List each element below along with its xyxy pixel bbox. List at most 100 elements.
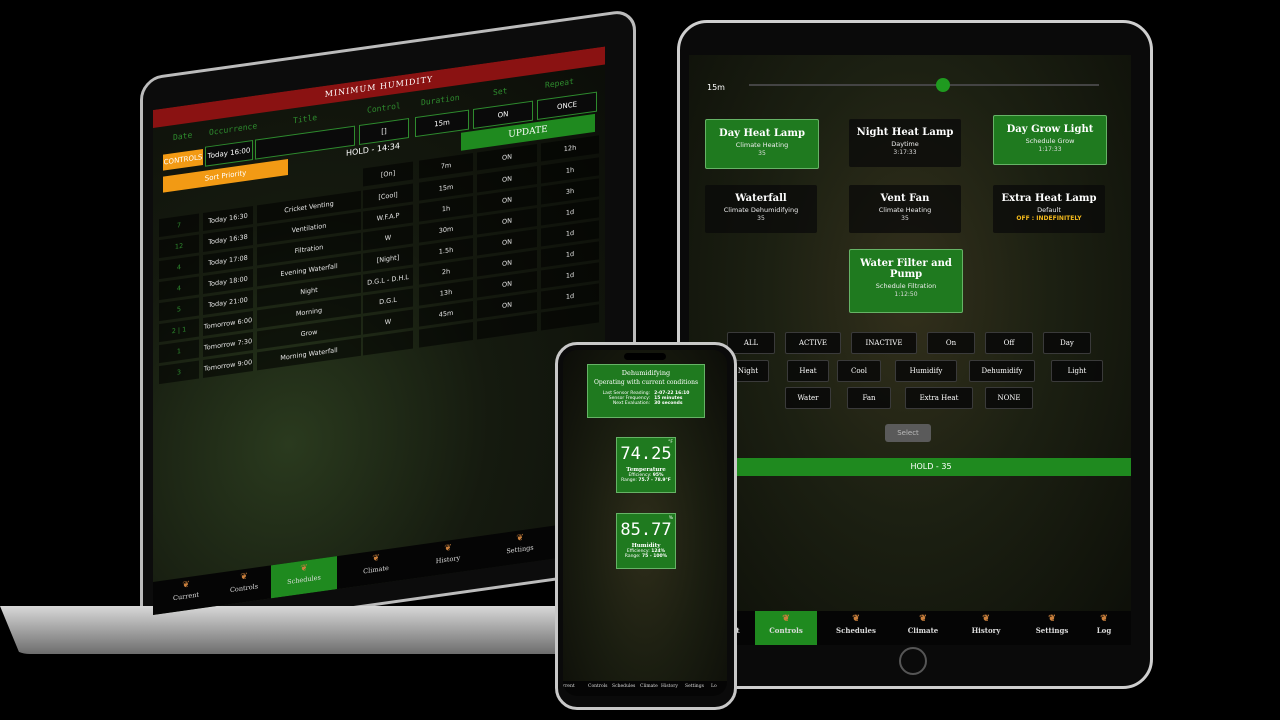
filter-chip[interactable]: Day — [1043, 332, 1091, 354]
device-reason: Schedule Filtration — [875, 282, 937, 290]
device-reason: Default — [1037, 206, 1061, 214]
device-title: Water Filter and Pump — [860, 258, 952, 280]
device-timer: 35 — [758, 150, 766, 157]
device-card[interactable]: Day Heat Lamp Climate Heating 35 — [705, 119, 819, 169]
header-duration: Duration — [421, 92, 460, 108]
device-timer: 1:12:50 — [894, 291, 918, 298]
nav-history[interactable]: ❦ History — [955, 611, 1017, 645]
nav-current[interactable]: rrent — [563, 684, 575, 689]
temperature-range: 75.7 - 78.9°F — [638, 478, 671, 483]
temperature-value: 74.25 — [620, 444, 672, 464]
humidity-card: 85.77 % Humidity Efficiency: 124% Range:… — [616, 513, 676, 569]
device-title: Extra Heat Lamp — [1001, 193, 1097, 204]
nav-controls[interactable]: ❦ Controls — [755, 611, 817, 645]
tablet-screen: 15m Day Heat Lamp Climate Heating 35 Night … — [689, 55, 1131, 645]
row-priority: 7 — [159, 213, 199, 238]
phone-screen: Dehumidifying Operating with current con… — [563, 350, 727, 696]
select-button[interactable]: Select — [885, 424, 931, 442]
nav-log[interactable]: Lo — [711, 684, 717, 689]
status-subtitle: Operating with current conditions — [593, 379, 699, 386]
header-occurrence: Occurrence — [209, 121, 258, 138]
row-duration: 7m — [419, 153, 473, 179]
hold-bar: HOLD - 35 — [731, 458, 1131, 476]
row-control: [On] — [363, 161, 413, 187]
header-set: Set — [493, 86, 508, 98]
device-reason: Climate Dehumidifying — [723, 206, 799, 214]
filter-chip[interactable]: Heat — [787, 360, 829, 382]
device-title: Night Heat Lamp — [856, 127, 954, 138]
row-priority: 5 — [159, 297, 199, 322]
humidity-range: 75 - 100% — [642, 554, 668, 559]
header-date: Date — [173, 130, 193, 143]
filter-chip[interactable]: Humidify — [895, 360, 957, 382]
device-title: Vent Fan — [880, 193, 930, 204]
humidity-value: 85.77 — [620, 520, 672, 540]
device-card[interactable]: Vent Fan Climate Heating 35 — [849, 185, 961, 233]
filter-chip[interactable]: ALL — [727, 332, 775, 354]
slider-label: 15m — [707, 83, 725, 92]
filter-chip[interactable]: ACTIVE — [785, 332, 841, 354]
device-timer: 35 — [901, 215, 909, 222]
filter-chip[interactable]: Light — [1051, 360, 1103, 382]
nav-schedules[interactable]: Schedules — [612, 684, 635, 689]
filter-chip[interactable]: Off — [985, 332, 1033, 354]
nav-schedules[interactable]: ❦ Schedules — [825, 611, 887, 645]
phone-notch — [624, 353, 666, 360]
filter-chip[interactable]: On — [927, 332, 975, 354]
gecko-icon: ❦ — [782, 614, 790, 624]
gecko-icon: ❦ — [852, 614, 860, 624]
filter-chip[interactable]: Extra Heat — [905, 387, 973, 409]
device-title: Day Heat Lamp — [719, 128, 805, 139]
row-priority: 4 — [159, 276, 199, 301]
header-control: Control — [367, 101, 401, 115]
filter-chip[interactable]: Water — [785, 387, 831, 409]
nav-settings[interactable]: Settings — [685, 684, 704, 689]
device-reason: Climate Heating — [878, 206, 932, 214]
row-priority: 2 | 1 — [159, 318, 199, 343]
row-priority: 1 — [159, 339, 199, 364]
device-timer: 35 — [757, 215, 765, 222]
nav-climate[interactable]: Climate — [640, 684, 658, 689]
device-reason: Climate Heating — [735, 141, 789, 149]
gecko-icon: ❦ — [982, 614, 990, 624]
filter-chip[interactable]: Dehumidify — [969, 360, 1035, 382]
device-card[interactable]: Waterfall Climate Dehumidifying 35 — [705, 185, 817, 233]
nav-controls[interactable]: Controls — [588, 684, 607, 689]
laptop-screen: MINIMUM HUMIDITY Date Occurrence Title C… — [153, 46, 605, 616]
nav-climate[interactable]: ❦ Climate — [892, 611, 954, 645]
row-control — [363, 330, 413, 356]
temperature-card: 74.25 °F Temperature Efficiency: 95% Ran… — [616, 437, 676, 493]
row-priority: 12 — [159, 234, 199, 259]
device-reason: Daytime — [891, 140, 919, 148]
gecko-icon: ❦ — [1100, 614, 1108, 624]
device-card[interactable]: Day Grow Light Schedule Grow 1:17:33 — [993, 115, 1107, 165]
device-title: Day Grow Light — [1006, 124, 1094, 135]
device-timer: 1:17:33 — [1038, 146, 1062, 153]
row-duration — [419, 322, 473, 348]
gecko-icon: ❦ — [919, 614, 927, 624]
device-timer: OFF : INDEFINITELY — [1016, 215, 1082, 222]
filter-chip[interactable]: INACTIVE — [851, 332, 917, 354]
row-priority: 3 — [159, 360, 199, 385]
filter-chip[interactable]: Cool — [837, 360, 881, 382]
slider-knob[interactable] — [936, 78, 951, 92]
nav-history[interactable]: History — [661, 684, 678, 689]
device-card[interactable]: Water Filter and Pump Schedule Filtration… — [849, 249, 963, 313]
filter-chip[interactable]: Fan — [847, 387, 891, 409]
status-title: Dehumidifying — [621, 369, 671, 377]
home-button[interactable] — [899, 647, 927, 675]
device-card[interactable]: Night Heat Lamp Daytime 3:17:33 — [849, 119, 961, 167]
occurrence-input[interactable]: Today 16:00 — [205, 139, 253, 167]
filter-chip[interactable]: NONE — [985, 387, 1033, 409]
next-evaluation: 30 seconds — [654, 401, 683, 406]
nav-log[interactable]: ❦ Log — [1079, 611, 1129, 645]
nav-settings[interactable]: ❦ Settings — [1021, 611, 1083, 645]
header-repeat: Repeat — [545, 76, 574, 90]
status-panel: Dehumidifying Operating with current con… — [587, 364, 705, 418]
controls-button[interactable]: CONTROLS — [163, 148, 203, 171]
device-reason: Schedule Grow — [1025, 137, 1075, 145]
device-card[interactable]: Extra Heat Lamp Default OFF : INDEFINITELY — [993, 185, 1105, 233]
header-title: Title — [293, 112, 318, 126]
phone-nav: rrent Controls Schedules Climate History… — [563, 681, 727, 696]
duration-slider[interactable] — [749, 78, 1099, 92]
